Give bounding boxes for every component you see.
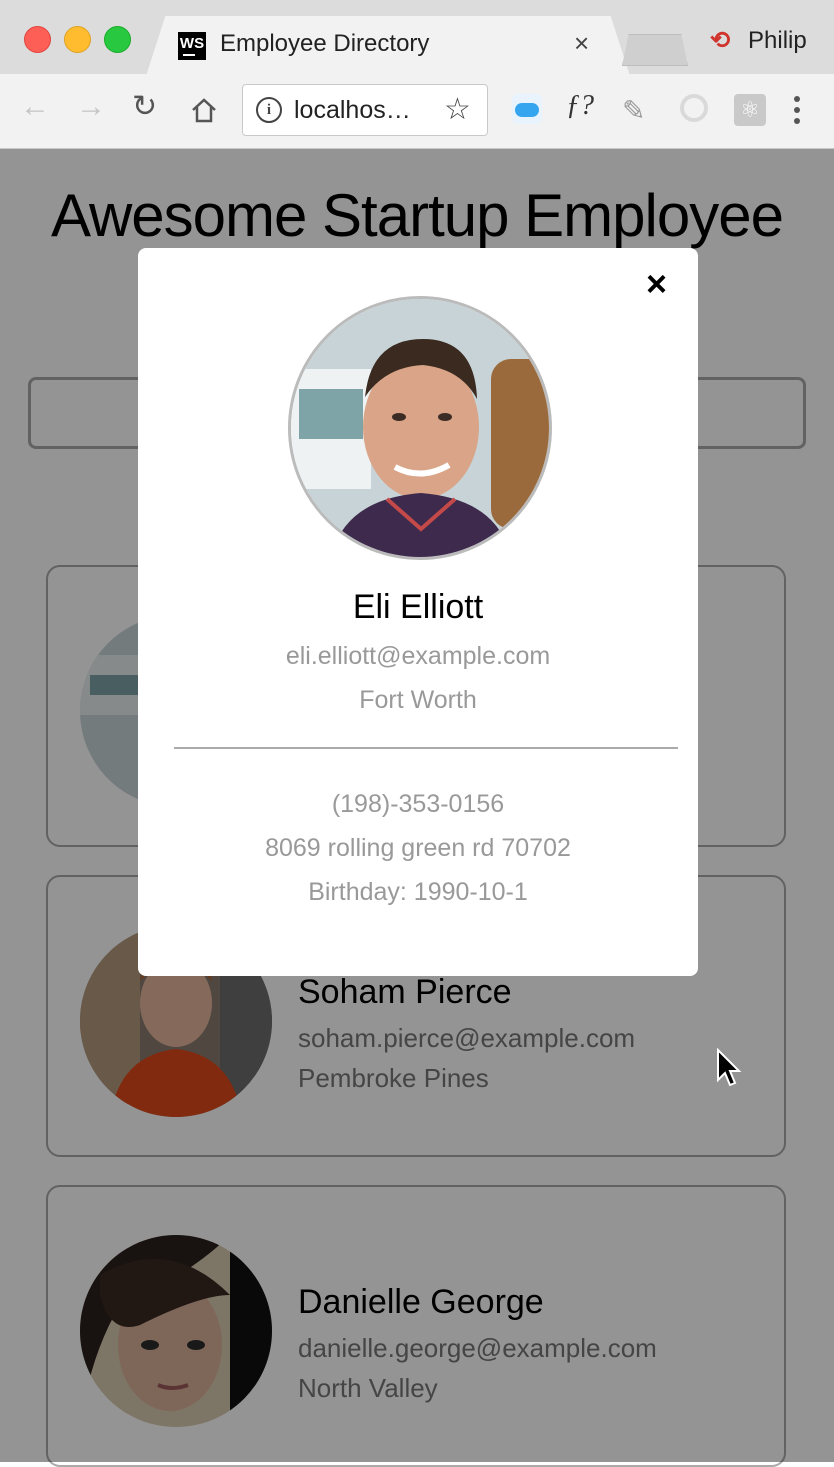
modal-employee-name: Eli Elliott [352, 588, 484, 626]
avatar [288, 296, 552, 560]
home-icon[interactable] [190, 96, 218, 130]
sync-error-icon[interactable]: ⟲ [710, 26, 730, 55]
kebab-menu-icon[interactable] [794, 96, 802, 129]
ring-extension-icon[interactable] [680, 94, 708, 122]
new-tab-button[interactable] [622, 34, 688, 66]
modal-employee-email: eli.elliott@example.com [285, 642, 551, 670]
tab-title: Employee Directory [220, 30, 430, 57]
reload-icon[interactable]: ↻ [132, 92, 157, 122]
modal-employee-city: Fort Worth [359, 686, 477, 714]
highlighter-extension-icon[interactable]: ✎ [622, 94, 652, 126]
tab-bar: WS Employee Directory × ⟲ Philip [0, 0, 834, 76]
bookmark-star-icon[interactable]: ☆ [444, 92, 471, 127]
forward-arrow-icon[interactable]: → [76, 92, 106, 122]
tab-close-icon[interactable]: × [574, 28, 589, 59]
info-icon[interactable]: i [256, 97, 282, 123]
font-finder-extension-icon[interactable]: ƒ? [566, 90, 606, 121]
mouse-pointer-icon [716, 1047, 742, 1093]
modal-employee-address: 8069 rolling green rd 70702 [265, 834, 571, 862]
react-devtools-icon[interactable]: ⚛ [734, 94, 766, 126]
modal-employee-phone: (198)-353-0156 [331, 790, 505, 818]
webstorm-favicon-icon: WS [178, 32, 206, 60]
back-arrow-icon[interactable]: ← [20, 92, 50, 122]
maximize-window-button[interactable] [104, 26, 131, 53]
url-text[interactable]: localhos… [294, 96, 411, 125]
divider [174, 747, 678, 749]
minimize-window-button[interactable] [64, 26, 91, 53]
cloud-extension-icon[interactable] [512, 94, 542, 124]
employee-modal: × Eli Elliott eli.elliott@example.com Fo… [138, 248, 698, 976]
modal-employee-birthday: Birthday: 1990-10-1 [308, 878, 528, 906]
profile-name[interactable]: Philip [748, 27, 807, 55]
close-window-button[interactable] [24, 26, 51, 53]
close-icon[interactable]: × [646, 266, 667, 302]
